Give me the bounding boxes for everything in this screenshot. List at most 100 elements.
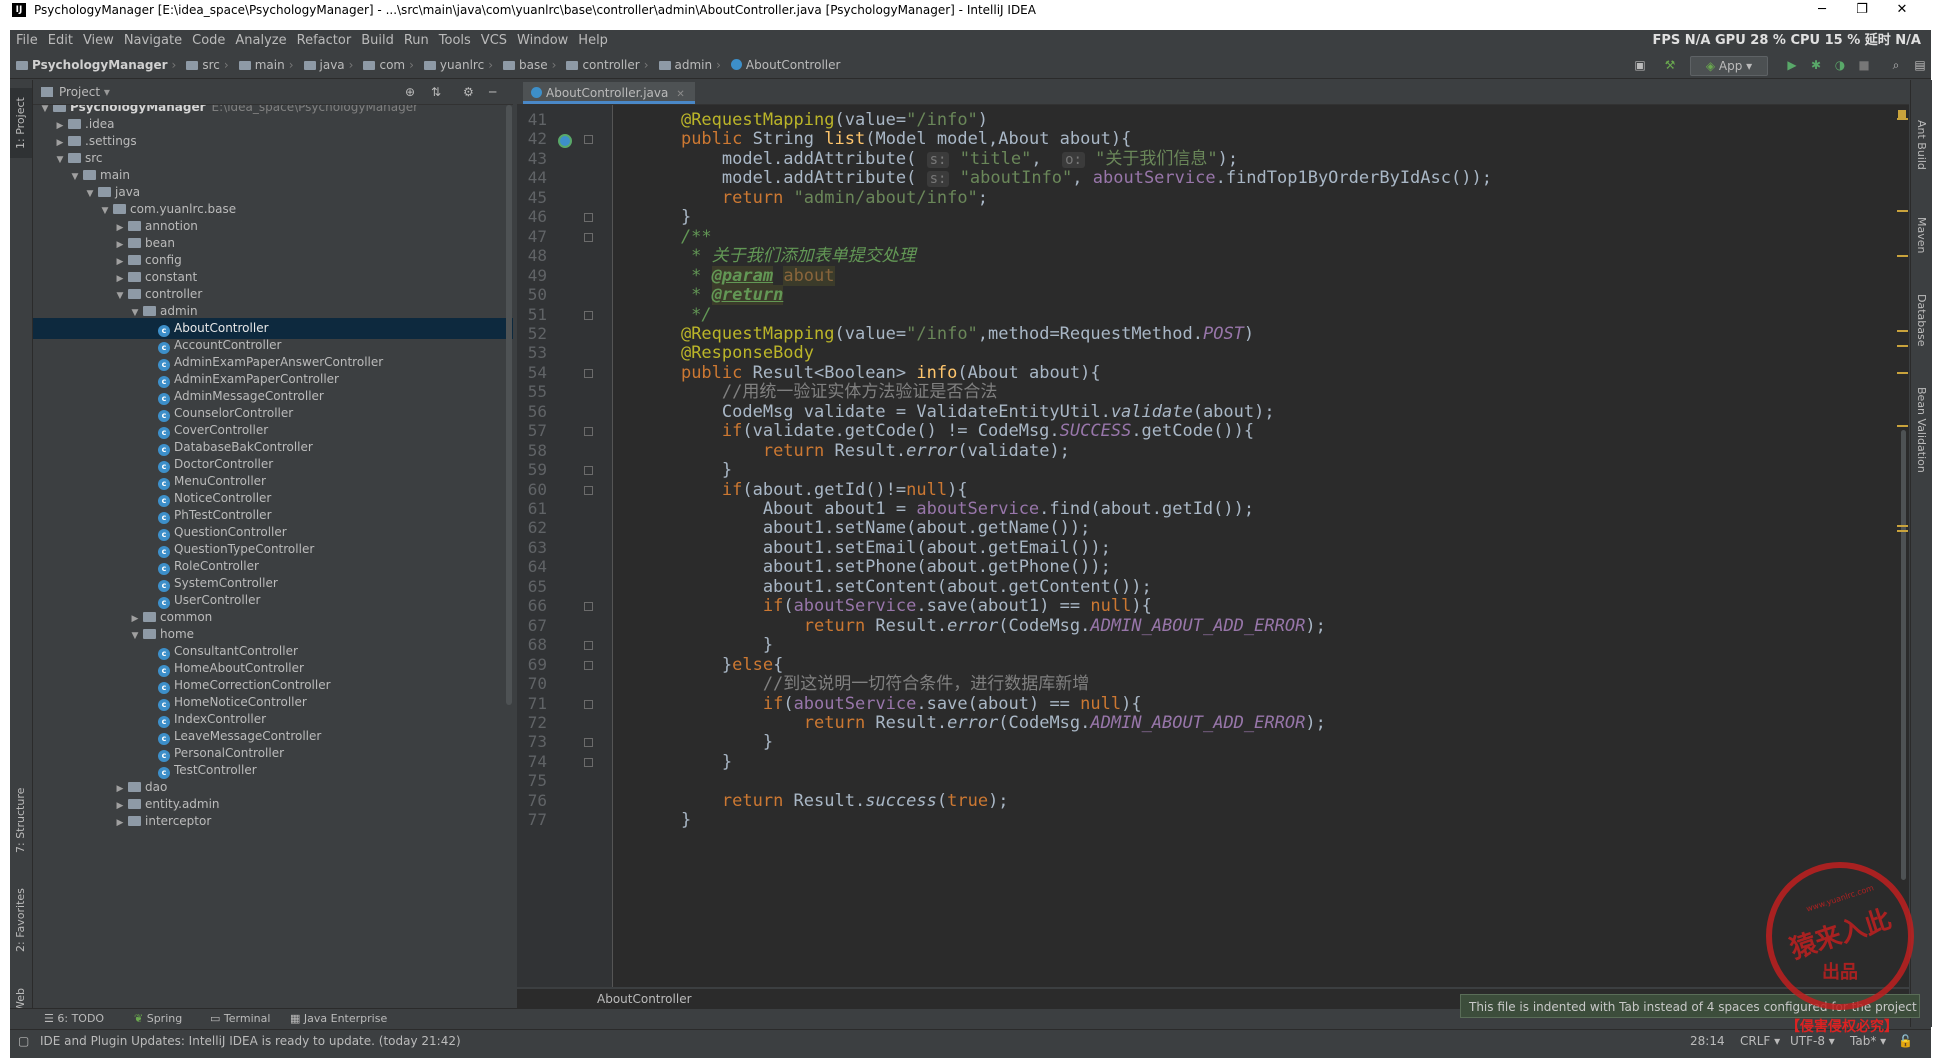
hide-panel-icon[interactable]: ─: [489, 80, 496, 104]
folder-icon: [83, 170, 96, 180]
breadcrumb-src[interactable]: src ›: [180, 52, 229, 78]
code-line[interactable]: }: [640, 750, 732, 774]
warning-stripe-mark[interactable]: [1897, 255, 1908, 257]
collapse-all-icon[interactable]: ⇅: [431, 80, 441, 104]
fold-marker-icon[interactable]: [584, 757, 593, 767]
menu-view[interactable]: View: [78, 30, 119, 51]
menu-refactor[interactable]: Refactor: [292, 30, 357, 51]
tool-tab-structure[interactable]: 7: Structure: [10, 780, 32, 860]
close-tab-icon[interactable]: ✕: [676, 89, 684, 100]
coverage-icon[interactable]: ◑: [1830, 56, 1850, 74]
warning-stripe-mark[interactable]: [1897, 118, 1908, 120]
tree-item-label: com.yuanlrc.base: [130, 202, 237, 216]
spring-leaf-icon: ❦: [134, 1012, 144, 1025]
fold-marker-icon[interactable]: [584, 485, 593, 495]
run-config-select[interactable]: ◈ App ▾: [1690, 56, 1768, 76]
menu-edit[interactable]: Edit: [43, 30, 78, 51]
maximize-icon[interactable]: ❐: [1842, 0, 1882, 20]
spring-request-mapping-icon[interactable]: [558, 134, 572, 148]
tree-item-label: src: [85, 151, 103, 165]
tree-folder-item[interactable]: ▶ interceptor: [33, 811, 513, 832]
fold-marker-icon[interactable]: [584, 310, 593, 320]
gear-icon[interactable]: ⚙: [463, 80, 474, 104]
project-structure-icon[interactable]: ▣: [1630, 56, 1650, 74]
fold-marker-icon[interactable]: [584, 232, 593, 242]
warning-stripe-mark[interactable]: [1897, 210, 1908, 212]
tool-tab-project[interactable]: 1: Project: [10, 88, 32, 158]
fold-marker-icon[interactable]: [584, 213, 593, 223]
menu-help[interactable]: Help: [573, 30, 613, 51]
tool-tab-database[interactable]: Database: [1911, 280, 1932, 360]
tool-tab-java-enterprise[interactable]: ▦ Java Enterprise: [290, 1009, 387, 1029]
fold-marker-icon[interactable]: [584, 602, 593, 612]
stop-icon[interactable]: ■: [1854, 56, 1874, 74]
project-folder-icon: [16, 61, 28, 70]
menu-code[interactable]: Code: [187, 30, 230, 51]
code-line[interactable]: return Result.success(true);: [640, 789, 1009, 813]
menu-build[interactable]: Build: [356, 30, 399, 51]
fold-marker-icon[interactable]: [584, 699, 593, 709]
tool-tab-maven[interactable]: Maven: [1911, 200, 1932, 270]
close-icon[interactable]: ✕: [1882, 0, 1922, 20]
warning-stripe-mark[interactable]: [1897, 372, 1908, 374]
collapsed-arrow-icon[interactable]: ▶: [114, 813, 126, 834]
warning-stripe-mark[interactable]: [1897, 525, 1908, 527]
warning-stripe-mark[interactable]: [1897, 425, 1908, 427]
breadcrumb-java[interactable]: java ›: [298, 52, 353, 78]
search-icon[interactable]: ⌕: [1886, 56, 1906, 74]
menu-vcs[interactable]: VCS: [476, 30, 512, 51]
code-line[interactable]: return "admin/about/info";: [640, 186, 988, 210]
tool-tab-ant-build[interactable]: Ant Build: [1911, 100, 1932, 190]
build-hammer-icon[interactable]: ⚒: [1660, 56, 1680, 74]
fold-marker-icon[interactable]: [584, 368, 593, 378]
more-icon[interactable]: ▤: [1910, 56, 1930, 74]
code-line[interactable]: }: [640, 808, 691, 832]
tool-tab-spring[interactable]: ❦ Spring: [134, 1009, 182, 1029]
breadcrumb-project[interactable]: PsychologyManager ›: [10, 52, 176, 78]
locate-icon[interactable]: ⊕: [405, 80, 415, 104]
tree-item-label: entity.admin: [145, 797, 220, 811]
menu-file[interactable]: File: [10, 30, 43, 51]
fold-marker-icon[interactable]: [584, 135, 593, 145]
warning-stripe-mark[interactable]: [1897, 345, 1908, 347]
menu-analyze[interactable]: Analyze: [230, 30, 291, 51]
breadcrumb-aboutcontroller[interactable]: AboutController: [725, 52, 840, 78]
folder-icon: [423, 61, 436, 70]
fold-marker-icon[interactable]: [584, 641, 593, 651]
fold-marker-icon[interactable]: [584, 427, 593, 437]
run-icon[interactable]: ▶: [1782, 56, 1802, 74]
tool-tab-favorites[interactable]: 2: Favorites: [10, 880, 32, 960]
warning-stripe-mark[interactable]: [1897, 330, 1908, 332]
tree-item-label: HomeAboutController: [174, 661, 304, 675]
debug-icon[interactable]: ✱: [1806, 56, 1826, 74]
project-tree-scrollbar[interactable]: [506, 105, 512, 705]
breadcrumb-controller[interactable]: controller ›: [560, 52, 649, 78]
editor-tab-aboutcontroller[interactable]: AboutController.java ✕: [523, 82, 695, 104]
menu-run[interactable]: Run: [399, 30, 434, 51]
fold-marker-icon[interactable]: [584, 466, 593, 476]
tool-tab-todo[interactable]: ☰ 6: TODO: [44, 1009, 104, 1029]
breadcrumb-yuanlrc[interactable]: yuanlrc ›: [418, 52, 493, 78]
breadcrumb-base[interactable]: base ›: [497, 52, 556, 78]
minimize-icon[interactable]: ─: [1802, 0, 1842, 20]
project-view-select[interactable]: Project: [59, 85, 100, 99]
menu-window[interactable]: Window: [512, 30, 573, 51]
breadcrumb-com[interactable]: com ›: [357, 52, 414, 78]
tool-tab-terminal[interactable]: ▭ Terminal: [210, 1009, 270, 1029]
folder-icon: [143, 306, 156, 316]
tree-item-label: .settings: [85, 134, 137, 148]
editor-scrollbar[interactable]: [1901, 430, 1906, 880]
breadcrumb-main[interactable]: main ›: [233, 52, 294, 78]
folder-icon: [68, 119, 81, 129]
toggle-tool-windows-icon[interactable]: ▢: [18, 1030, 29, 1052]
breadcrumb-admin[interactable]: admin ›: [653, 52, 721, 78]
cursor-position[interactable]: 28:14: [1690, 1030, 1725, 1052]
status-message[interactable]: IDE and Plugin Updates: IntelliJ IDEA is…: [40, 1030, 461, 1052]
menu-navigate[interactable]: Navigate: [119, 30, 187, 51]
warning-stripe-mark[interactable]: [1897, 530, 1908, 532]
menu-tools[interactable]: Tools: [434, 30, 476, 51]
editor-breadcrumb-class[interactable]: AboutController: [597, 992, 692, 1006]
fold-marker-icon[interactable]: [584, 660, 593, 670]
tool-tab-bean-validation[interactable]: Bean Validation: [1911, 370, 1932, 490]
fold-marker-icon[interactable]: [584, 738, 593, 748]
